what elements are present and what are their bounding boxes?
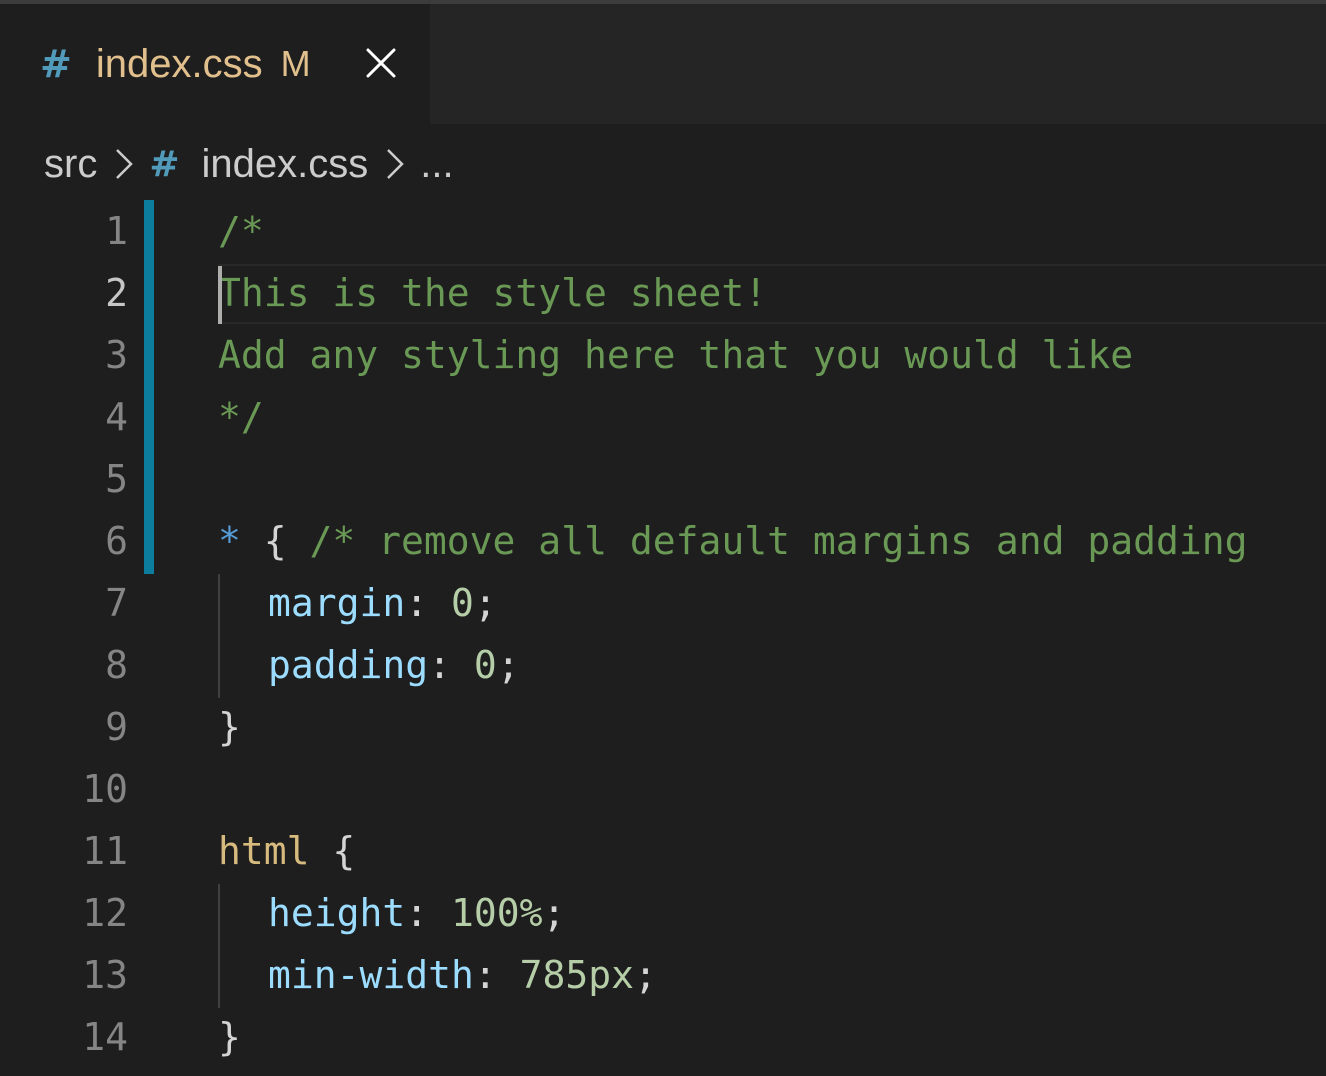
code-punctuation: } <box>218 705 241 749</box>
code-line: 11 html { <box>0 820 1326 882</box>
css-property: height <box>268 891 406 935</box>
line-number: 9 <box>105 705 128 749</box>
git-modified-gutter-bar[interactable] <box>144 200 154 574</box>
breadcrumb-file[interactable]: index.css <box>202 142 369 187</box>
line-number: 6 <box>105 519 128 563</box>
line-number: 10 <box>82 767 128 811</box>
code-line: 13 min-width: 785px; <box>0 944 1326 1006</box>
line-number: 2 <box>105 271 128 315</box>
breadcrumb: src # index.css ... <box>44 134 454 194</box>
tab-filename: index.css <box>95 41 263 86</box>
code-text: min-width: 785px; <box>268 944 657 1006</box>
code-line: 14 } <box>0 1006 1326 1068</box>
breadcrumb-folder[interactable]: src <box>44 142 97 187</box>
code-line: 3 Add any styling here that you would li… <box>0 324 1326 386</box>
code-punctuation: { <box>240 519 310 563</box>
code-punctuation: : <box>473 953 520 997</box>
code-comment: /* <box>218 209 264 253</box>
indent-guide <box>218 574 220 698</box>
css-value: 0 <box>451 581 474 625</box>
universal-selector: * <box>218 519 241 563</box>
current-line-highlight <box>218 264 1326 324</box>
code-comment: Add any styling here that you would like <box>218 333 1134 377</box>
css-selector: html <box>218 829 310 873</box>
line-number: 12 <box>82 891 128 935</box>
line-number: 8 <box>105 643 128 687</box>
code-line: 4 */ <box>0 386 1326 448</box>
code-punctuation: ; <box>542 891 566 935</box>
code-punctuation: ; <box>496 643 520 687</box>
code-text: height: 100%; <box>268 882 565 944</box>
css-property: padding <box>268 643 429 687</box>
css-property: margin <box>268 581 406 625</box>
chevron-right-icon <box>116 149 134 179</box>
text-cursor <box>218 266 222 324</box>
code-line: 8 padding: 0; <box>0 634 1326 696</box>
chevron-right-icon <box>387 149 405 179</box>
line-number: 14 <box>82 1015 128 1059</box>
code-punctuation: : <box>428 643 474 687</box>
code-punctuation: ; <box>473 581 497 625</box>
css-hash-icon: # <box>40 42 72 86</box>
css-value: 100% <box>451 891 543 935</box>
tab-bar: # index.css M <box>0 4 1326 124</box>
code-comment: */ <box>218 395 264 439</box>
code-text: padding: 0; <box>268 634 520 696</box>
code-text: margin: 0; <box>268 572 497 634</box>
line-number: 1 <box>105 209 128 253</box>
code-line: 9 } <box>0 696 1326 758</box>
css-property: min-width <box>268 953 474 997</box>
tab-index-css[interactable]: # index.css M <box>0 4 430 124</box>
code-editor[interactable]: 1 /* 2 This is the style sheet! 3 Add an… <box>0 200 1326 1076</box>
code-punctuation: : <box>405 581 452 625</box>
css-value: 785px <box>519 953 635 997</box>
css-hash-icon: # <box>149 143 180 185</box>
line-number: 5 <box>105 457 128 501</box>
code-punctuation: { <box>309 829 356 873</box>
code-punctuation: ; <box>634 953 657 997</box>
code-line: 5 <box>0 448 1326 510</box>
line-number: 3 <box>105 333 128 377</box>
code-comment: /* remove all default margins and paddin… <box>309 519 1248 563</box>
code-text: * { /* remove all default margins and pa… <box>218 510 1248 572</box>
line-number: 13 <box>82 953 128 997</box>
code-line: 7 margin: 0; <box>0 572 1326 634</box>
css-value: 0 <box>473 643 497 687</box>
modified-badge: M <box>280 43 311 84</box>
line-number: 11 <box>82 829 128 873</box>
code-text: html { <box>218 820 355 882</box>
code-punctuation: } <box>218 1015 241 1059</box>
indent-guide <box>218 884 220 1008</box>
breadcrumb-symbols[interactable]: ... <box>420 142 453 187</box>
code-line: 10 <box>0 758 1326 820</box>
close-icon[interactable] <box>364 46 398 80</box>
code-line: 12 height: 100%; <box>0 882 1326 944</box>
code-line: 6 * { /* remove all default margins and … <box>0 510 1326 572</box>
code-punctuation: : <box>405 891 452 935</box>
line-number: 4 <box>105 395 128 439</box>
line-number: 7 <box>105 581 128 625</box>
code-line: 1 /* <box>0 200 1326 262</box>
